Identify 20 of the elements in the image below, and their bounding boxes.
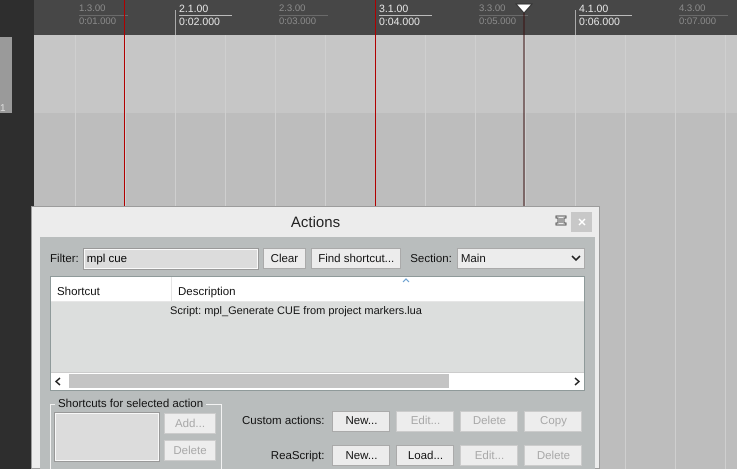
table-cell-text: Script: mpl_Generate CUE from project markers.lua bbox=[170, 304, 423, 317]
bar-label: 4.1.00 bbox=[579, 3, 632, 16]
dialog-title: Actions bbox=[290, 214, 340, 230]
track-number: 1 bbox=[0, 103, 6, 114]
row-label: ReaScript: bbox=[270, 450, 326, 462]
row-label: Custom actions: bbox=[242, 415, 326, 428]
time-label: 0:06.000 bbox=[579, 16, 621, 28]
time-label: 0:01.000 bbox=[79, 16, 117, 28]
bar-label: 2.1.00 bbox=[179, 3, 232, 16]
bar-label: 3.1.00 bbox=[379, 3, 432, 16]
time-label: 0:02.000 bbox=[179, 16, 221, 28]
time-label: 0:05.000 bbox=[479, 16, 517, 28]
time-label: 0:03.000 bbox=[279, 16, 317, 28]
time-label: 0:07.000 bbox=[679, 16, 717, 28]
time-label: 0:04.000 bbox=[379, 16, 421, 28]
filter-label: Filter: bbox=[50, 252, 79, 265]
bar-label: 4.3.00 bbox=[679, 3, 728, 16]
bar-label: 2.3.00 bbox=[279, 3, 328, 16]
group-title: Shortcuts for selected action bbox=[57, 398, 204, 410]
section-label: Section: bbox=[410, 252, 452, 265]
